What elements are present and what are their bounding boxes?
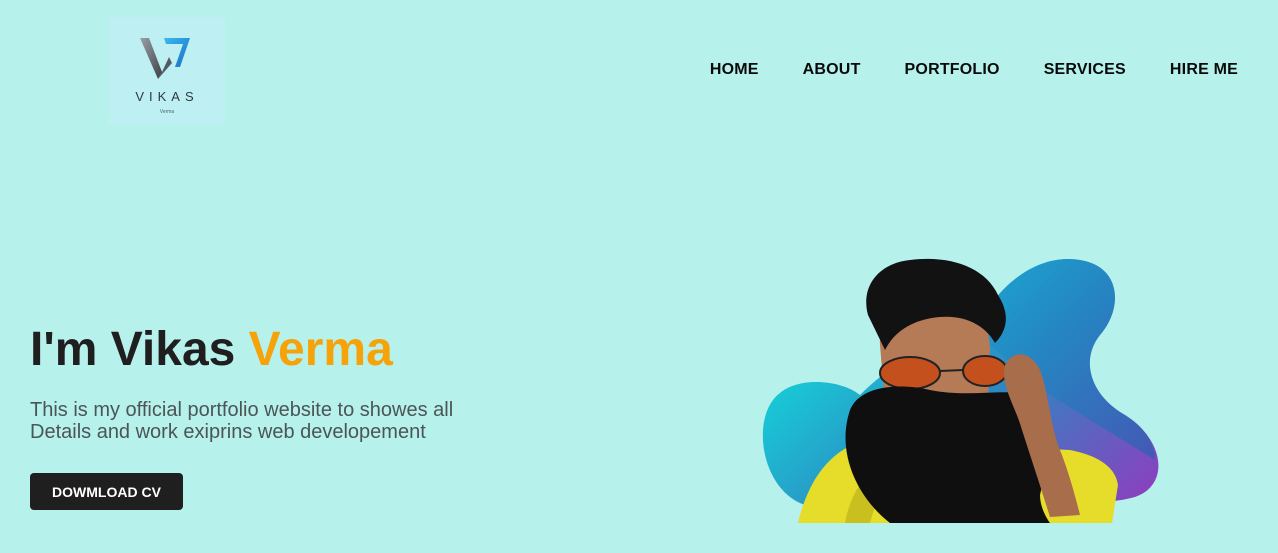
- main-nav: HOME ABOUT PORTFOLIO SERVICES HIRE ME: [666, 61, 1238, 79]
- sunglasses-right: [962, 355, 1008, 387]
- logo-tagline: Verma: [159, 109, 175, 115]
- logo-wordmark: VIKAS: [135, 89, 199, 104]
- hero-title-accent: Verma: [248, 323, 393, 376]
- profile-photo: [762, 258, 1159, 523]
- hero-description: This is my official portfolio website to…: [30, 399, 454, 443]
- nav-home[interactable]: HOME: [710, 61, 759, 79]
- nav-services[interactable]: SERVICES: [1044, 61, 1126, 79]
- v7-logo-icon: [140, 38, 190, 79]
- nav-hire-me[interactable]: HIRE ME: [1170, 61, 1238, 79]
- nav-about[interactable]: ABOUT: [803, 61, 861, 79]
- download-cv-button[interactable]: DOWMLOAD CV: [30, 473, 183, 510]
- hero-title: I'm Vikas Verma: [30, 321, 393, 379]
- hero-title-prefix: I'm Vikas: [30, 323, 249, 376]
- nav-portfolio[interactable]: PORTFOLIO: [905, 61, 1000, 79]
- sunglasses-left: [879, 356, 941, 390]
- site-logo[interactable]: VIKAS Verma: [109, 17, 225, 124]
